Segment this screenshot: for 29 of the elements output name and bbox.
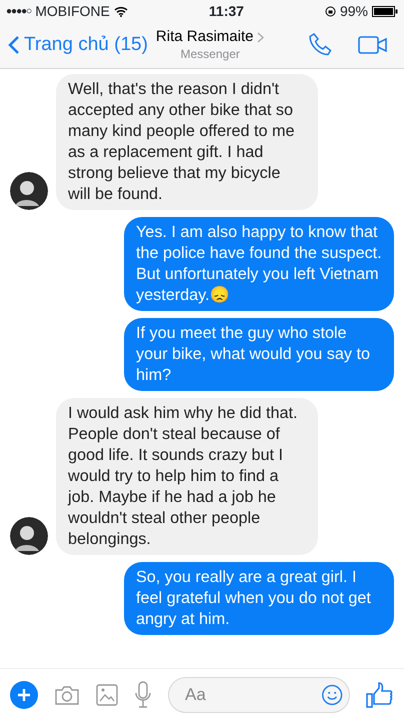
contact-name[interactable]: Rita Rasimaite: [156, 28, 254, 46]
image-icon[interactable]: [96, 684, 118, 706]
avatar: [10, 172, 48, 210]
carrier-name: MOBIFONE: [35, 2, 110, 20]
message-input-field[interactable]: Aa: [168, 676, 350, 712]
message-bubble: If you meet the guy who stole your bike, what would you say to him?: [124, 318, 394, 391]
clock-time: 11:37: [208, 2, 244, 18]
thumbs-up-icon[interactable]: [366, 680, 394, 708]
microphone-icon[interactable]: [134, 680, 152, 708]
chevron-left-icon: [8, 35, 20, 55]
signal-strength: ●●●●○: [6, 4, 32, 18]
chevron-right-icon: [257, 32, 264, 42]
message-bubble: So, you really are a great girl. I feel grateful when you do not get angry at him.: [124, 562, 394, 635]
video-call-icon[interactable]: [358, 35, 388, 55]
battery-percent: 99%: [340, 2, 368, 20]
phone-call-icon[interactable]: [308, 32, 334, 58]
back-button[interactable]: Trang chủ (15): [8, 30, 148, 60]
message-bubble: Well, that's the reason I didn't accepted any other bike that so many kind people offered to me as a replacement gift. I had strong believe that my bicycle will be found.: [56, 74, 318, 210]
message-bubble: I would ask him why he did that. People don't steal because of good life. It sounds crazy but I would try to help him to find a job. Maybe if he had a job he wouldn't steal other people belongings.: [56, 398, 318, 555]
add-button[interactable]: [10, 680, 38, 708]
avatar: [10, 517, 48, 555]
camera-icon[interactable]: [54, 684, 80, 706]
message-bubble: Yes. I am also happy to know that the police have found the suspect. But unfortunately you left Vietnam yesterday.😞: [124, 217, 394, 311]
battery-icon: [372, 6, 398, 16]
plus-icon: [17, 688, 31, 702]
rotation-lock-icon: [324, 6, 336, 16]
subtitle: Messenger: [180, 46, 240, 62]
wifi-icon: [114, 6, 128, 16]
text-input[interactable]: Aa: [183, 680, 321, 708]
